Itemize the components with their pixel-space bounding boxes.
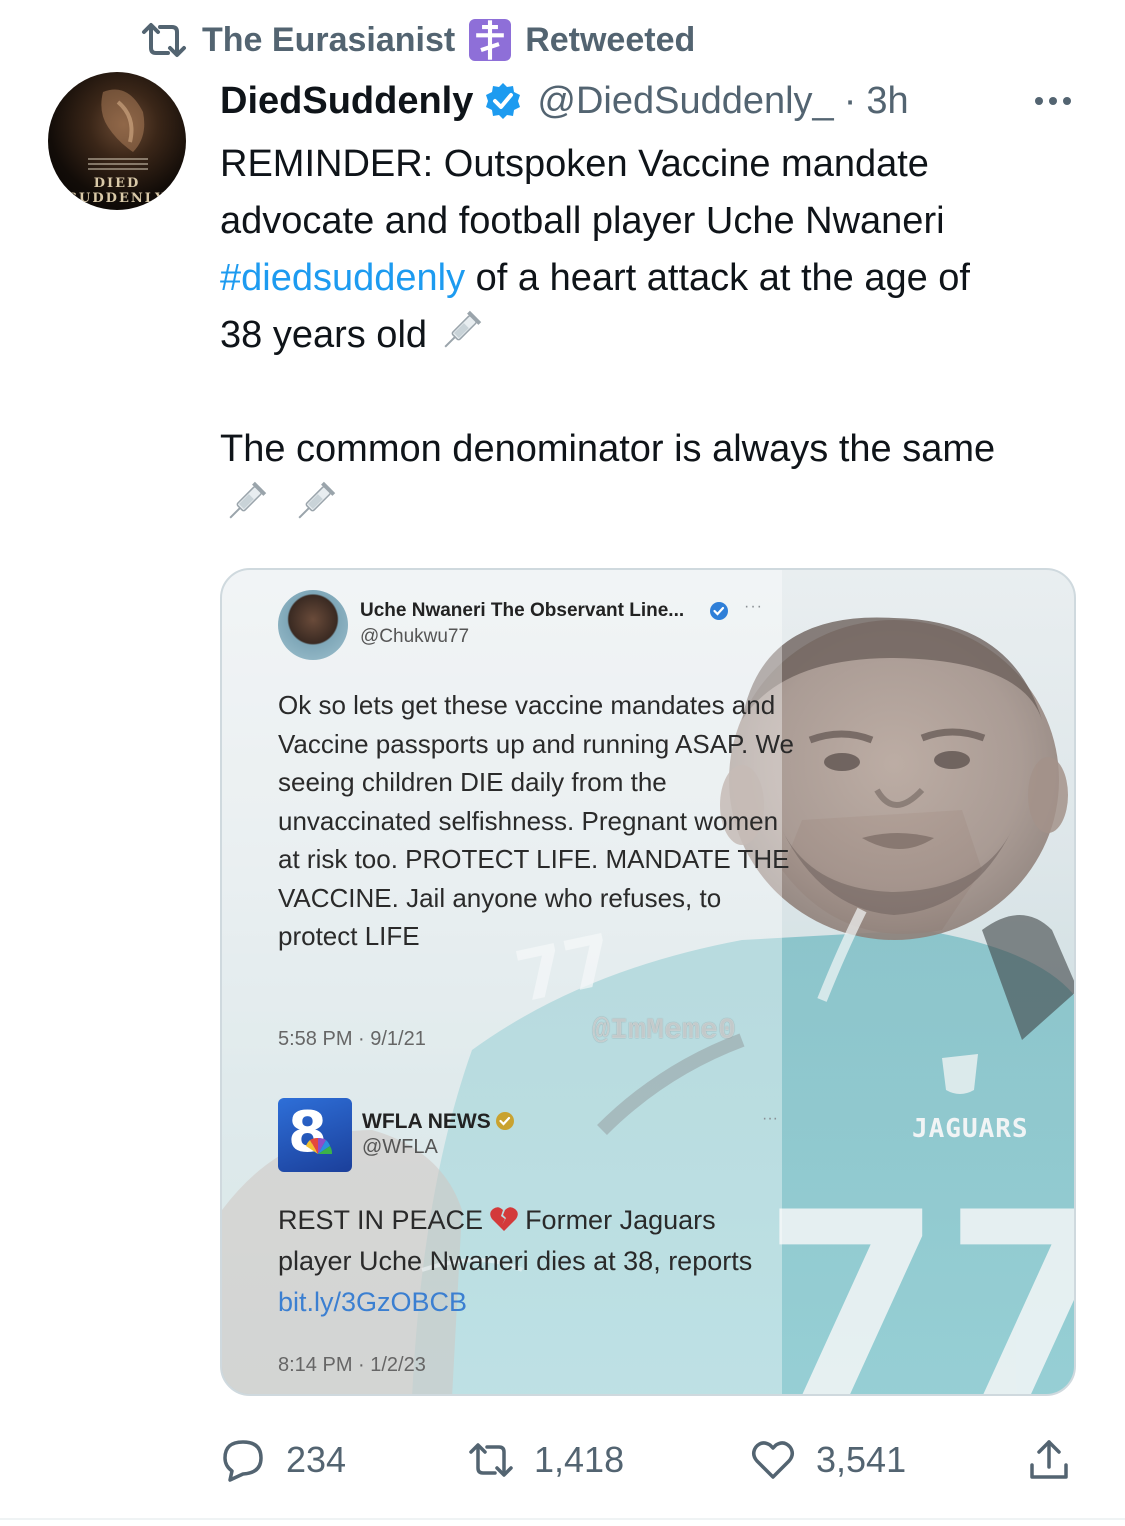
retweet-indicator[interactable]: The Eurasianist Retweeted bbox=[140, 18, 695, 62]
paragraph-spacer bbox=[220, 364, 1090, 421]
retweeter-name[interactable]: The Eurasianist bbox=[202, 21, 455, 60]
wfla-name: WFLA NEWS bbox=[362, 1110, 491, 1133]
quoted-author-name: Uche Nwaneri The Observant Line... bbox=[360, 600, 685, 621]
reply-button[interactable]: 234 bbox=[220, 1432, 346, 1488]
share-icon bbox=[1030, 1440, 1068, 1479]
tweet-text-line: #diedsuddenly of a heart attack at the a… bbox=[220, 250, 1090, 307]
like-button[interactable]: 3,541 bbox=[750, 1432, 906, 1488]
retweet-icon bbox=[142, 23, 186, 57]
avatar-credit-lines bbox=[88, 158, 148, 172]
author-handle[interactable]: @DiedSuddenly_ bbox=[537, 80, 833, 123]
heart-icon bbox=[752, 1441, 794, 1479]
quoted-verified-icon bbox=[710, 602, 728, 620]
broken-heart-emoji-icon bbox=[490, 1207, 518, 1231]
wfla-link: bit.ly/3GzOBCB bbox=[278, 1287, 468, 1317]
divider bbox=[0, 1518, 1125, 1520]
nfl-shield-icon bbox=[942, 1054, 978, 1094]
retweet-icon bbox=[469, 1443, 513, 1477]
chest-number: 77 bbox=[762, 1158, 1076, 1396]
orthodox-cross-icon bbox=[469, 19, 512, 61]
wfla-tweet-text: REST IN PEACE Former Jaguars player Uche … bbox=[278, 1200, 778, 1323]
tweet-text-fragment: 38 years old bbox=[220, 314, 428, 356]
author-display-name[interactable]: DiedSuddenly bbox=[220, 80, 473, 123]
share-button[interactable] bbox=[1026, 1432, 1072, 1488]
hashtag-link[interactable]: #diedsuddenly bbox=[220, 257, 465, 299]
quoted-more-icon: ··· bbox=[744, 598, 763, 615]
wfla-text-fragment: REST IN PEACE bbox=[278, 1205, 484, 1235]
avatar-title-text: DIED SUDDENLY bbox=[67, 176, 167, 206]
retweet-button[interactable]: 1,418 bbox=[468, 1432, 624, 1488]
tweet-text-line: 38 years old bbox=[220, 307, 1090, 364]
tweet-action-bar: 234 1,418 3,541 bbox=[220, 1432, 1080, 1488]
author-avatar[interactable]: DIED SUDDENLY bbox=[48, 72, 186, 210]
retweet-count: 1,418 bbox=[534, 1439, 625, 1480]
separator-dot: · bbox=[843, 79, 857, 122]
meme-watermark: @ImMeme0 bbox=[592, 1014, 737, 1048]
like-count: 3,541 bbox=[816, 1439, 907, 1480]
reply-count: 234 bbox=[286, 1439, 347, 1480]
syringe-emoji-icon bbox=[229, 481, 267, 519]
reply-icon bbox=[223, 1440, 263, 1482]
quoted-tweet-text: Ok so lets get these vaccine mandates an… bbox=[278, 690, 795, 951]
syringe-emoji-icon bbox=[298, 481, 335, 519]
wfla-gold-check-icon bbox=[496, 1112, 514, 1130]
jaguars-logo-text: JAGUARS bbox=[912, 1114, 1029, 1144]
wfla-more-icon: ··· bbox=[762, 1110, 778, 1127]
tweet-text-line: REMINDER: Outspoken Vaccine mandate bbox=[220, 143, 929, 185]
quoted-author-handle: @Chukwu77 bbox=[360, 626, 470, 647]
wfla-tweet-time: 8:14 PM · 1/2/23 bbox=[278, 1354, 426, 1376]
more-options-icon[interactable] bbox=[1031, 86, 1075, 116]
tweet-timestamp[interactable]: 3h bbox=[866, 80, 908, 123]
quoted-author-avatar bbox=[278, 590, 348, 660]
wfla-handle: @WFLA bbox=[362, 1136, 438, 1158]
nbc-peacock-icon bbox=[306, 1137, 333, 1154]
tweet-text-line: advocate and football player Uche Nwaner… bbox=[220, 200, 945, 242]
verified-badge-icon[interactable] bbox=[483, 81, 523, 121]
tweet-emoji-line bbox=[220, 478, 1090, 535]
retweeted-label: Retweeted bbox=[525, 20, 696, 59]
tweet-text-line: The common denominator is always the sam… bbox=[220, 428, 996, 470]
tweet-header: DiedSuddenly @DiedSuddenly_ · 3h bbox=[220, 76, 1075, 126]
wfla-logo: 8 bbox=[278, 1098, 352, 1172]
quoted-tweet-time: 5:58 PM · 9/1/21 bbox=[278, 1028, 426, 1050]
tweet-media-image[interactable]: 77 77 JAGUARS Uche Nwaneri The Observant… bbox=[220, 568, 1076, 1396]
tweet-body: REMINDER: Outspoken Vaccine mandate advo… bbox=[220, 136, 1090, 535]
tweet-text-fragment: of a heart attack at the age of bbox=[465, 257, 970, 299]
syringe-emoji-icon bbox=[444, 310, 482, 348]
